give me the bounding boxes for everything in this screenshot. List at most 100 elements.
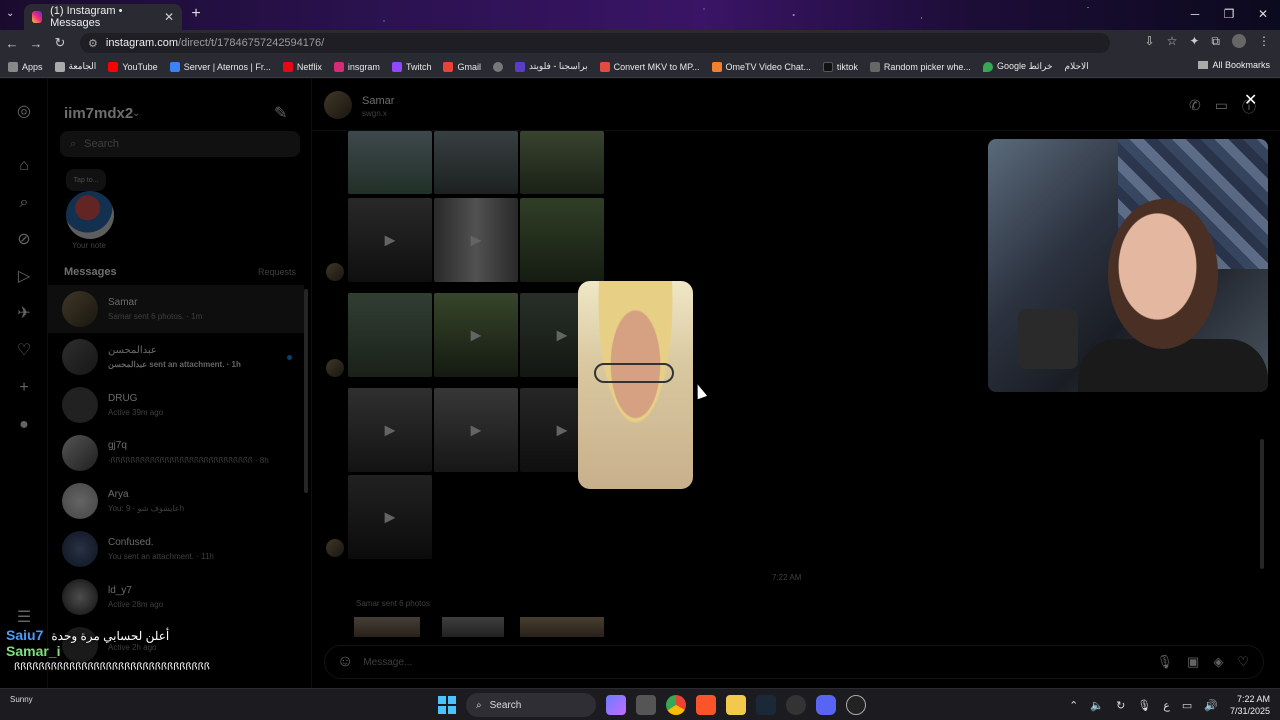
- new-tab-icon[interactable]: +: [188, 6, 204, 23]
- chat-name[interactable]: Samar: [362, 95, 394, 107]
- discord-icon[interactable]: [816, 695, 836, 715]
- create-icon[interactable]: +: [15, 379, 33, 397]
- microphone-icon[interactable]: 🎙: [1137, 699, 1151, 712]
- note-bubble[interactable]: Tap to...: [66, 169, 106, 191]
- windows-start-icon[interactable]: [438, 696, 456, 714]
- url-field[interactable]: ⚙ instagram.com/direct/t/178467572425941…: [80, 33, 1110, 53]
- account-switcher[interactable]: iim7mdx2: [64, 105, 133, 122]
- thread-item[interactable]: gj7q ·ꟗꟗꟗꟗꟗꟗꟗꟗꟗꟗꟗꟗꟗꟗꟗꟗꟗꟗꟗꟗꟗꟗꟗꟗꟗꟗꟗꟗꟗ · 8h: [48, 429, 304, 477]
- thread-item[interactable]: Confused. You sent an attachment. · 11h: [48, 525, 304, 573]
- bookmark-apps[interactable]: Apps: [8, 61, 43, 72]
- search-icon[interactable]: ⌕: [15, 194, 33, 212]
- taskbar-search[interactable]: ⌕ Search: [466, 693, 596, 717]
- volume-icon[interactable]: 🔊: [1204, 699, 1218, 712]
- task-view-icon[interactable]: [636, 695, 656, 715]
- chevron-down-icon[interactable]: ⌄: [132, 108, 140, 119]
- explore-icon[interactable]: ⊘: [15, 231, 33, 249]
- clock[interactable]: 7:22 AM 7/31/2025: [1230, 693, 1270, 717]
- obs-icon[interactable]: [846, 695, 866, 715]
- bookmark-aternos[interactable]: Server | Aternos | Fr...: [169, 61, 271, 72]
- instagram-logo-icon[interactable]: ◎: [15, 103, 33, 121]
- image-icon[interactable]: ▣: [1187, 654, 1199, 670]
- tab-list-icon[interactable]: ⌄: [6, 8, 14, 19]
- message-composer[interactable]: ☺ Message... 🎙 ▣ ◈ ♡: [324, 645, 1264, 679]
- like-heart-icon[interactable]: ♡: [1237, 654, 1249, 670]
- chat-avatar[interactable]: [324, 91, 352, 119]
- install-app-icon[interactable]: ⇩: [1145, 34, 1155, 49]
- profile-icon[interactable]: ●: [15, 416, 33, 434]
- close-overlay-icon[interactable]: ✕: [1244, 90, 1257, 110]
- chat-scrollbar[interactable]: [1260, 439, 1264, 569]
- reels-icon[interactable]: ▷: [15, 268, 33, 286]
- maximize-icon[interactable]: ❐: [1212, 0, 1246, 30]
- site-info-icon[interactable]: ⚙: [88, 37, 98, 50]
- network-icon[interactable]: ▭: [1182, 699, 1192, 712]
- bookmark-tiktok[interactable]: tiktok: [822, 61, 858, 72]
- messages-icon[interactable]: ✈: [15, 305, 33, 323]
- media-photo[interactable]: [348, 131, 432, 194]
- thread-item[interactable]: عبدالمحسن عبدالمحسن sent an attachment. ·…: [48, 333, 304, 381]
- chevron-up-icon[interactable]: ⌃: [1069, 699, 1078, 712]
- bookmark-arabic[interactable]: براسجنا - فلويتد: [514, 61, 588, 72]
- app-icon[interactable]: [786, 695, 806, 715]
- media-video[interactable]: ▶: [348, 388, 432, 472]
- all-bookmarks[interactable]: All Bookmarks: [1198, 60, 1270, 70]
- bookmark-ometv[interactable]: OmeTV Video Chat...: [711, 61, 811, 72]
- back-icon[interactable]: ←: [0, 36, 24, 51]
- media-video[interactable]: ▶: [434, 293, 518, 377]
- media-photo[interactable]: [520, 131, 604, 194]
- more-menu-icon[interactable]: ☰: [15, 609, 33, 627]
- language-indicator[interactable]: ع: [1163, 699, 1170, 712]
- bookmark-youtube[interactable]: YouTube: [108, 61, 158, 72]
- bookmark-random-picker[interactable]: Random picker whe...: [869, 61, 971, 72]
- search-input[interactable]: ⌕ Search: [60, 131, 300, 157]
- media-photo[interactable]: [434, 131, 518, 194]
- file-explorer-icon[interactable]: [726, 695, 746, 715]
- weather-widget[interactable]: Sunny: [10, 695, 33, 704]
- emoji-icon[interactable]: ☺: [337, 653, 353, 671]
- sync-icon[interactable]: ↻: [1116, 699, 1125, 712]
- note-avatar[interactable]: [66, 191, 114, 239]
- speaker-icon[interactable]: 🔈: [1090, 699, 1104, 712]
- bookmark-star-icon[interactable]: ☆: [1167, 34, 1178, 49]
- forward-icon[interactable]: →: [24, 36, 48, 51]
- media-video[interactable]: ▶: [348, 475, 432, 559]
- media-photo[interactable]: [348, 293, 432, 377]
- close-window-icon[interactable]: ✕: [1246, 0, 1280, 30]
- bookmark-twitch[interactable]: Twitch: [391, 61, 431, 72]
- widgets-icon[interactable]: [606, 695, 626, 715]
- chrome-icon[interactable]: [666, 695, 686, 715]
- close-tab-icon[interactable]: ✕: [164, 10, 174, 24]
- thread-item[interactable]: DRUG Active 39m ago: [48, 381, 304, 429]
- sticker-icon[interactable]: ◈: [1213, 654, 1223, 670]
- bookmark-gmail[interactable]: Gmail: [443, 61, 481, 72]
- media-video[interactable]: ▶: [434, 388, 518, 472]
- requests-link[interactable]: Requests: [258, 267, 296, 277]
- inbox-scrollbar[interactable]: [304, 289, 308, 493]
- extension-icon[interactable]: ✦: [1189, 34, 1199, 49]
- brave-icon[interactable]: [696, 695, 716, 715]
- bookmark-maps[interactable]: Google خرائط: [982, 61, 1053, 72]
- video-call-icon[interactable]: ▭: [1215, 97, 1228, 117]
- message-input[interactable]: Message...: [363, 657, 412, 668]
- sender-avatar[interactable]: [326, 539, 344, 557]
- thread-item[interactable]: ld_y7 Active 28m ago: [48, 573, 304, 621]
- bookmark-globe[interactable]: [492, 61, 503, 72]
- photo-thumbnail[interactable]: [442, 617, 504, 637]
- media-video[interactable]: ▶: [434, 198, 518, 282]
- bookmark-dreams[interactable]: الاحلام: [1065, 61, 1089, 72]
- sender-avatar[interactable]: [326, 359, 344, 377]
- home-icon[interactable]: ⌂: [15, 157, 33, 175]
- microphone-icon[interactable]: 🎙: [1157, 654, 1174, 670]
- phone-icon[interactable]: ✆: [1189, 97, 1201, 117]
- reload-icon[interactable]: ↻: [48, 35, 72, 51]
- bookmark-convert[interactable]: Convert MKV to MP...: [599, 61, 700, 72]
- bookmark-folder[interactable]: الجامعة: [54, 61, 96, 72]
- bookmark-instagram[interactable]: insgram: [333, 61, 380, 72]
- photo-thumbnail[interactable]: [354, 617, 420, 637]
- profile-avatar[interactable]: [1232, 34, 1246, 48]
- extensions-puzzle-icon[interactable]: ⧉: [1211, 34, 1220, 49]
- media-photo[interactable]: [520, 198, 604, 282]
- bookmark-netflix[interactable]: Netflix: [282, 61, 322, 72]
- steam-icon[interactable]: [756, 695, 776, 715]
